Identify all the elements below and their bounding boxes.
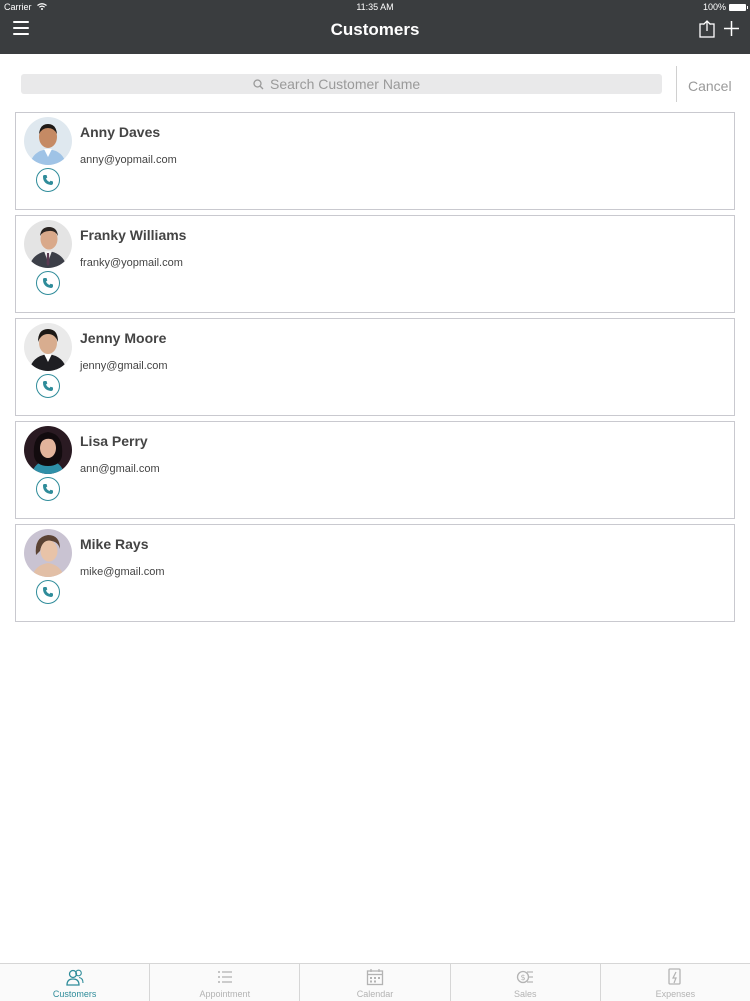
customer-list: Anny Daves anny@yopmail.com Franky Willi… bbox=[15, 112, 735, 627]
customer-name: Anny Daves bbox=[80, 124, 161, 140]
call-button[interactable] bbox=[36, 168, 60, 192]
tab-appointment[interactable]: Appointment bbox=[150, 964, 301, 1001]
call-button[interactable] bbox=[36, 271, 60, 295]
plus-icon[interactable] bbox=[723, 20, 740, 37]
avatar bbox=[24, 117, 72, 165]
customer-email: ann@gmail.com bbox=[80, 463, 160, 475]
phone-icon bbox=[43, 484, 53, 494]
tab-label: Expenses bbox=[655, 989, 696, 999]
sales-icon: $ bbox=[517, 970, 534, 984]
customer-card[interactable]: Franky Williams franky@yopmail.com bbox=[15, 215, 735, 313]
divider bbox=[676, 66, 677, 102]
share-icon[interactable] bbox=[699, 20, 715, 38]
call-button[interactable] bbox=[36, 477, 60, 501]
calendar-icon bbox=[366, 969, 384, 986]
avatar bbox=[24, 323, 72, 371]
expenses-icon bbox=[668, 968, 682, 985]
customer-card[interactable]: Lisa Perry ann@gmail.com bbox=[15, 421, 735, 519]
customer-email: jenny@gmail.com bbox=[80, 360, 168, 372]
navigation-bar: Carrier 11:35 AM 100% Customers bbox=[0, 0, 750, 54]
status-bar: Carrier 11:35 AM 100% bbox=[0, 0, 750, 14]
call-button[interactable] bbox=[36, 580, 60, 604]
avatar bbox=[24, 426, 72, 474]
battery-percent: 100% bbox=[702, 2, 726, 12]
customer-name: Franky Williams bbox=[80, 227, 187, 243]
customer-card[interactable]: Jenny Moore jenny@gmail.com bbox=[15, 318, 735, 416]
phone-icon bbox=[43, 587, 53, 597]
customer-email: mike@gmail.com bbox=[80, 566, 165, 578]
avatar bbox=[24, 529, 72, 577]
svg-text:$: $ bbox=[521, 973, 526, 982]
phone-icon bbox=[43, 278, 53, 288]
phone-icon bbox=[43, 175, 53, 185]
tab-expenses[interactable]: Expenses bbox=[601, 964, 750, 1001]
tab-customers[interactable]: Customers bbox=[0, 964, 151, 1001]
customers-icon bbox=[65, 969, 84, 986]
clock: 11:35 AM bbox=[356, 2, 394, 12]
search-bar[interactable] bbox=[21, 74, 662, 94]
customer-email: franky@yopmail.com bbox=[80, 257, 183, 269]
tab-bar: Customers Appointment Calendar $ Sales E… bbox=[0, 963, 750, 1001]
tab-label: Customers bbox=[52, 989, 97, 999]
cancel-button[interactable]: Cancel bbox=[688, 78, 732, 94]
battery-icon bbox=[729, 3, 748, 11]
avatar bbox=[24, 220, 72, 268]
customer-name: Lisa Perry bbox=[80, 433, 148, 449]
search-icon bbox=[253, 78, 264, 89]
search-input[interactable] bbox=[270, 76, 430, 92]
battery-indicator: 100% bbox=[702, 2, 748, 12]
customer-card[interactable]: Mike Rays mike@gmail.com bbox=[15, 524, 735, 622]
tab-label: Sales bbox=[513, 989, 537, 999]
customer-card[interactable]: Anny Daves anny@yopmail.com bbox=[15, 112, 735, 210]
page-title: Customers bbox=[330, 20, 420, 39]
tab-label: Appointment bbox=[199, 989, 251, 999]
tab-calendar[interactable]: Calendar bbox=[300, 964, 451, 1001]
tab-label: Calendar bbox=[356, 989, 394, 999]
phone-icon bbox=[43, 381, 53, 391]
customer-name: Mike Rays bbox=[80, 536, 149, 552]
call-button[interactable] bbox=[36, 374, 60, 398]
customer-name: Jenny Moore bbox=[80, 330, 167, 346]
list-icon bbox=[217, 971, 232, 983]
customer-email: anny@yopmail.com bbox=[80, 154, 177, 166]
tab-sales[interactable]: $ Sales bbox=[451, 964, 601, 1001]
